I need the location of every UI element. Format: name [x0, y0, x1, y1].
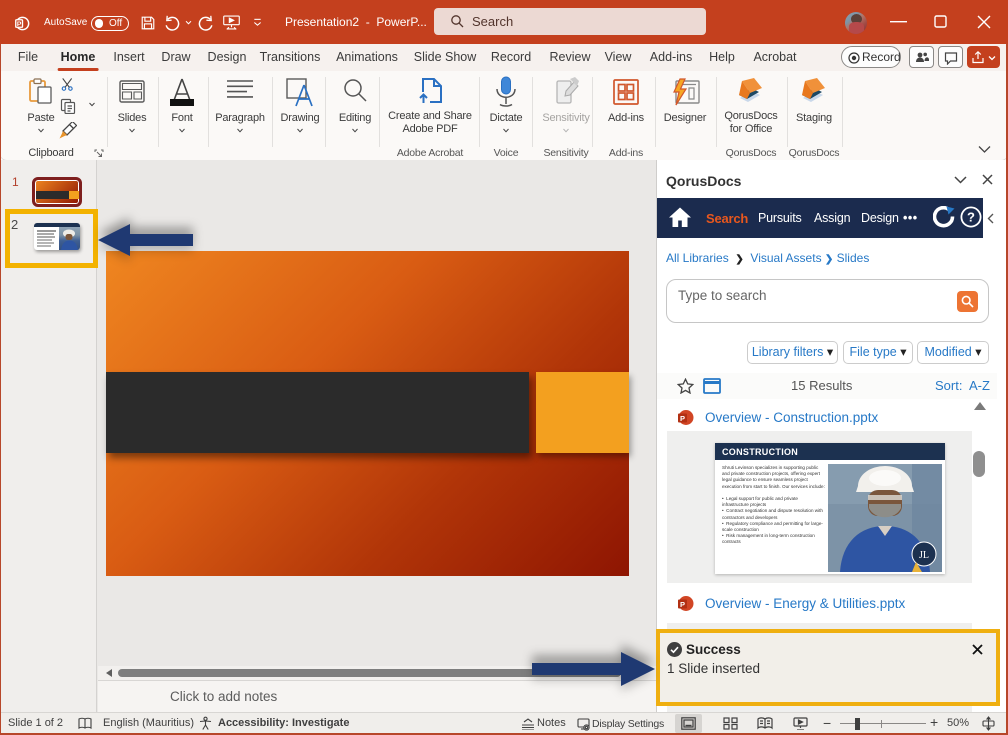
- svg-text:JL: JL: [919, 550, 929, 561]
- svg-text:?: ?: [967, 210, 975, 225]
- svg-text:P: P: [680, 414, 685, 423]
- svg-text:P: P: [680, 600, 685, 609]
- svg-text:P: P: [17, 21, 22, 28]
